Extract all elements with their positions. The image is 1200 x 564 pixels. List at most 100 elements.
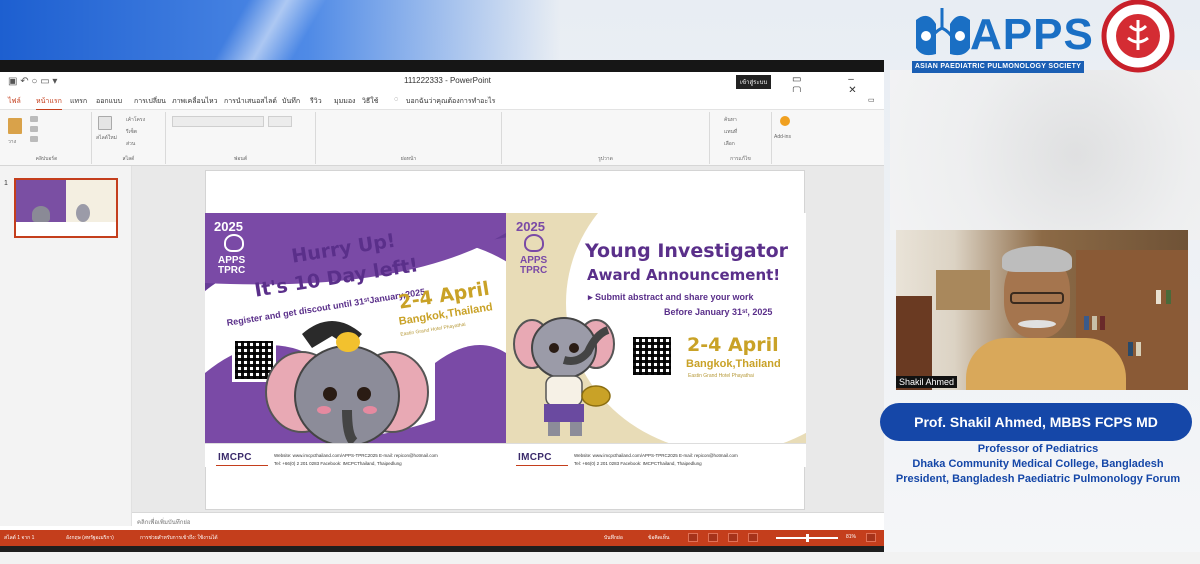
poster-tag-tprc: TPRC	[218, 265, 246, 276]
status-bar: สไลด์ 1 จาก 1 อังกฤษ (สหรัฐอเมริกา) การช…	[0, 530, 884, 546]
reset-button[interactable]: รีเซ็ต	[126, 128, 137, 136]
font-size-input[interactable]	[268, 116, 292, 127]
window-title: 111222333 - PowerPoint	[404, 76, 491, 85]
slide-number: 1	[4, 180, 8, 187]
zoom-slider-thumb[interactable]	[806, 534, 809, 542]
title-bar: ▣ ↶ ○ ▭ ▾ 111222333 - PowerPoint เข้าสู่…	[0, 60, 884, 96]
speaker-name-banner: Prof. Shakil Ahmed, MBBS FCPS MD	[880, 403, 1192, 441]
tab-review[interactable]: รีวิว	[310, 96, 322, 107]
slide-thumbnail-pane: 1	[0, 166, 132, 526]
tab-help[interactable]: วิธีใช้	[362, 96, 378, 107]
book	[1156, 290, 1161, 304]
book	[1100, 316, 1105, 330]
poster-hotel: Eastin Grand Hotel Phayathai	[688, 373, 754, 379]
book	[1092, 316, 1097, 330]
slide-thumbnail[interactable]	[14, 178, 118, 238]
slideshow-icon[interactable]	[748, 533, 758, 542]
notes-placeholder: คลิกเพื่อเพิ่มบันทึกย่อ	[137, 520, 191, 526]
paste-label: วาง	[8, 139, 17, 145]
group-label: คลิปบอร์ด	[35, 156, 58, 162]
speaker-glasses	[1010, 292, 1064, 304]
tab-insert[interactable]: แทรก	[70, 96, 87, 107]
vietnam-respiratory-society-logo-icon	[1101, 0, 1175, 73]
video-cabinet	[936, 270, 990, 310]
tab-view[interactable]: มุมมอง	[334, 96, 355, 107]
group-clipboard: วาง คลิปบอร์ด	[2, 112, 92, 164]
group-editing: ค้นหา แทนที่ เลือก การแก้ไข	[710, 112, 772, 164]
book	[1136, 342, 1141, 356]
tell-me-search[interactable]: บอกฉันว่าคุณต้องการทำอะไร	[406, 96, 495, 107]
poster-footer-line-1: Website: www.imcpcthailand.com/APPS-TPRC…	[274, 453, 438, 458]
section-button[interactable]: ส่วน	[126, 140, 135, 148]
lungs-logo-icon	[916, 8, 970, 56]
tab-file[interactable]: ไฟล์	[8, 96, 21, 107]
video-name-tag: Shakil Ahmed	[896, 376, 958, 388]
poster-tag-tprc: TPRC	[520, 265, 548, 276]
tab-home[interactable]: หน้าแรก	[36, 96, 62, 111]
ribbon-tabs: ไฟล์ หน้าแรก แทรก ออกแบบ การเปลี่ยน ภาพเ…	[0, 92, 884, 111]
poster-year: 2025	[214, 219, 243, 234]
copy-icon[interactable]	[30, 126, 38, 132]
poster-footer-line-1: Website: www.imcpcthailand.com/APPS-TPRC…	[574, 453, 738, 458]
normal-view-icon[interactable]	[688, 533, 698, 542]
poster-deadline-text: Before January 31ˢᵗ, 2025	[664, 307, 773, 317]
accessibility-status[interactable]: การช่วยสำหรับการเข้าถึง: ใช้งานได้	[140, 534, 218, 542]
group-label: ฟอนต์	[233, 156, 248, 162]
quick-access-toolbar[interactable]: ▣ ↶ ○ ▭ ▾	[8, 76, 57, 87]
book	[1084, 316, 1089, 330]
select-button[interactable]: เลือก	[724, 140, 735, 148]
fit-slide-icon[interactable]	[866, 533, 876, 542]
thumb-footer	[16, 222, 116, 236]
layout-button[interactable]: เค้าโครง	[126, 116, 145, 124]
apps-heart-icon	[524, 234, 544, 252]
poster-date: 2-4 April	[687, 334, 779, 356]
group-label: การแก้ไข	[730, 156, 751, 162]
elephant-mascot-icon	[513, 317, 615, 436]
poster-submit-text: ▸ Submit abstract and share your work	[588, 292, 754, 302]
group-label: สไลด์	[122, 156, 135, 162]
font-name-input[interactable]	[172, 116, 264, 127]
addins-icon[interactable]	[780, 116, 790, 126]
imcpc-underline	[516, 465, 568, 466]
speaker-role: President, Bangladesh Paediatric Pulmono…	[895, 473, 1181, 485]
language-status[interactable]: อังกฤษ (สหรัฐอเมริกา)	[66, 534, 114, 542]
group-drawing: รูปวาด	[502, 112, 710, 164]
group-paragraph: ย่อหน้า	[316, 112, 502, 164]
poster-city: Bangkok,Thailand	[686, 358, 781, 370]
slide-sorter-icon[interactable]	[708, 533, 718, 542]
format-painter-icon[interactable]	[30, 136, 38, 142]
speaker-video: Shakil Ahmed	[896, 230, 1188, 390]
imcpc-underline	[216, 465, 268, 466]
sign-in-button[interactable]: เข้าสู่ระบบ	[736, 75, 772, 89]
thumb-right	[66, 180, 116, 222]
tab-record[interactable]: บันทึก	[282, 96, 300, 107]
tab-transitions[interactable]: การเปลี่ยน	[134, 96, 166, 107]
paste-icon[interactable]	[8, 118, 22, 134]
comments-icon[interactable]: ▭	[868, 96, 875, 104]
speaker-title: Professor of Pediatrics	[977, 443, 1099, 455]
tab-animations[interactable]: ภาพเคลื่อนไหว	[172, 96, 218, 107]
cut-icon[interactable]	[30, 116, 38, 122]
zoom-level[interactable]: 81%	[846, 534, 856, 540]
background-swoosh	[170, 0, 330, 62]
tab-slideshow[interactable]: การนำเสนอสไลด์	[224, 96, 277, 107]
notes-pane[interactable]: คลิกเพื่อเพิ่มบันทึกย่อ	[132, 512, 884, 530]
book	[1166, 290, 1171, 304]
apps-logo: APPS ASIAN PAEDIATRIC PULMONOLOGY SOCIET…	[912, 4, 1093, 73]
new-slide-icon[interactable]	[98, 116, 112, 130]
reading-view-icon[interactable]	[728, 533, 738, 542]
bottom-strip	[0, 552, 1200, 564]
thumb-elephant	[76, 204, 90, 222]
tab-design[interactable]: ออกแบบ	[96, 96, 122, 107]
addins-label[interactable]: Add-ins	[774, 134, 791, 140]
notes-toggle[interactable]: บันทึกย่อ	[604, 534, 623, 542]
poster-year: 2025	[516, 219, 545, 234]
find-button[interactable]: ค้นหา	[724, 116, 737, 124]
comments-toggle[interactable]: ข้อคิดเห็น	[648, 534, 669, 542]
speaker-affiliation: Dhaka Community Medical College, Banglad…	[912, 458, 1164, 470]
poster-footer-line-2: Tel: +66(0) 2 201 0283 Facebook: IMCPCTh…	[574, 461, 702, 466]
imcpc-logo: IMCPC	[518, 452, 552, 463]
replace-button[interactable]: แทนที่	[724, 128, 737, 136]
new-slide-label[interactable]: สไลด์ใหม่	[96, 134, 117, 142]
background-deco	[890, 70, 1200, 240]
